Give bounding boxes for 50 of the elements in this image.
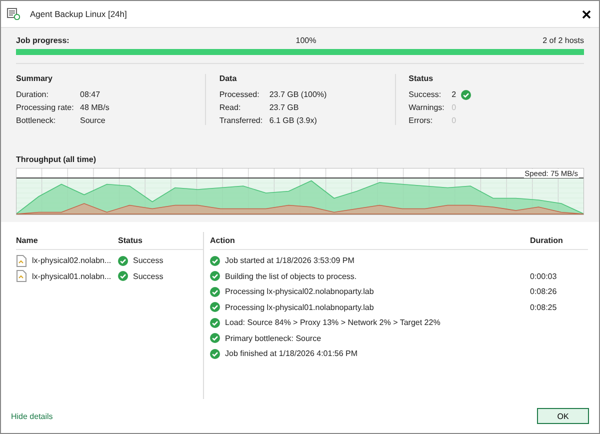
hide-details-link[interactable]: Hide details <box>11 412 53 420</box>
host-name[interactable]: lx-physical01.nolabn... <box>32 272 118 281</box>
field-value: Source <box>80 116 106 125</box>
host-status: Success <box>133 256 164 266</box>
field-value: 6.1 GB (3.9x) <box>269 116 317 125</box>
field-label: Success: <box>408 90 442 99</box>
app-icon <box>7 8 20 20</box>
field-value: 2 <box>452 90 456 99</box>
column-header[interactable]: Name <box>16 236 118 245</box>
progress-percent: 100% <box>296 36 316 44</box>
field-label: Transferred: <box>219 116 264 125</box>
field-label: Warnings: <box>408 103 446 112</box>
field-value: 48 MB/s <box>80 103 110 112</box>
column-header[interactable]: Duration <box>530 236 588 245</box>
field-value: 23.7 GB <box>269 103 299 112</box>
log-action: Load: Source 84% > Proxy 13% > Network 2% > Target 22% <box>225 318 442 328</box>
hosts-count: 2 of 2 hosts <box>542 36 584 44</box>
chart-title: Throughput (all time) <box>16 155 97 164</box>
log-action: Primary bottleneck: Source <box>225 334 322 343</box>
field-label: Processing rate: <box>16 103 75 112</box>
field-value: 08:47 <box>80 90 100 99</box>
log-duration: 0:08:26 <box>530 287 558 296</box>
column-header[interactable]: Action <box>210 236 530 245</box>
field-value: 0 <box>452 116 456 125</box>
log-action: Job finished at 1/18/2026 4:01:56 PM <box>225 349 359 358</box>
host-name[interactable]: lx-physical02.nolabn... <box>32 256 118 266</box>
host-status: Success <box>133 272 164 281</box>
close-icon[interactable] <box>582 10 591 18</box>
column-header[interactable]: Status <box>118 236 203 245</box>
field-label: Duration: <box>16 90 50 99</box>
section-title: Status <box>408 74 434 83</box>
field-label: Bottleneck: <box>16 116 57 125</box>
document-icon <box>16 270 27 282</box>
field-value: 0 <box>452 103 456 112</box>
field-label: Read: <box>219 103 242 112</box>
progress-label: Job progress: <box>16 36 70 44</box>
log-action: Processing lx-physical02.nolabnoparty.lab <box>225 287 375 296</box>
document-icon <box>16 254 27 267</box>
log-action: Job started at 1/18/2026 3:53:09 PM <box>225 256 356 266</box>
ok-button[interactable]: OK <box>537 408 589 424</box>
field-label: Processed: <box>219 90 260 99</box>
log-duration: 0:00:03 <box>530 272 558 281</box>
section-title: Data <box>219 74 238 83</box>
field-label: Errors: <box>408 116 434 125</box>
window-title: Agent Backup Linux [24h] <box>30 9 128 19</box>
log-action: Building the list of objects to process. <box>225 272 358 281</box>
field-value: 23.7 GB (100%) <box>269 90 327 99</box>
section-title: Summary <box>16 74 54 83</box>
log-duration: 0:08:25 <box>530 302 558 312</box>
log-action: Processing lx-physical01.nolabnoparty.lab <box>225 302 375 312</box>
